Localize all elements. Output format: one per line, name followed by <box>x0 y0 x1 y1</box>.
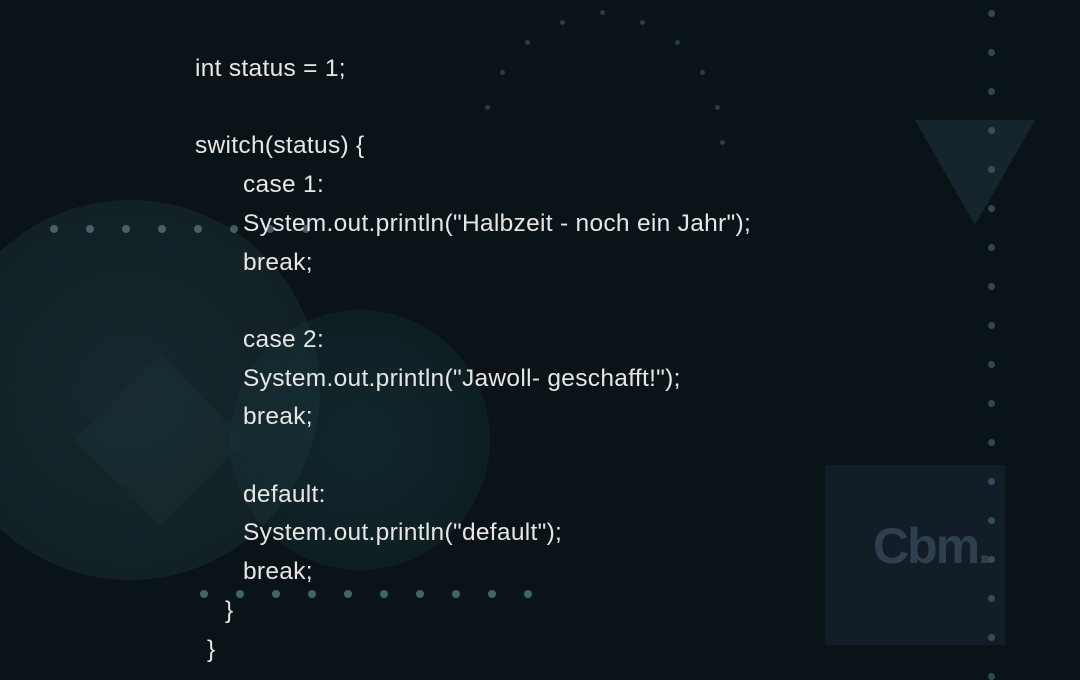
code-line-15: } <box>195 592 1080 631</box>
code-line-3: switch(status) { <box>195 127 1080 166</box>
code-line-6: break; <box>195 244 1080 283</box>
code-line-14: break; <box>195 553 1080 592</box>
code-line-11 <box>195 437 1080 476</box>
code-line-5: System.out.println("Halbzeit - noch ein … <box>195 205 1080 244</box>
code-line-7 <box>195 282 1080 321</box>
code-line-10: break; <box>195 398 1080 437</box>
code-line-4: case 1: <box>195 166 1080 205</box>
code-line-16: } <box>195 631 1080 670</box>
code-block: int status = 1; switch(status) { case 1:… <box>0 0 1080 669</box>
code-line-12: default: <box>195 476 1080 515</box>
code-line-13: System.out.println("default"); <box>195 514 1080 553</box>
code-line-8: case 2: <box>195 321 1080 360</box>
code-line-1: int status = 1; <box>195 50 1080 89</box>
code-line-9: System.out.println("Jawoll- geschafft!")… <box>195 360 1080 399</box>
code-line-2 <box>195 89 1080 128</box>
